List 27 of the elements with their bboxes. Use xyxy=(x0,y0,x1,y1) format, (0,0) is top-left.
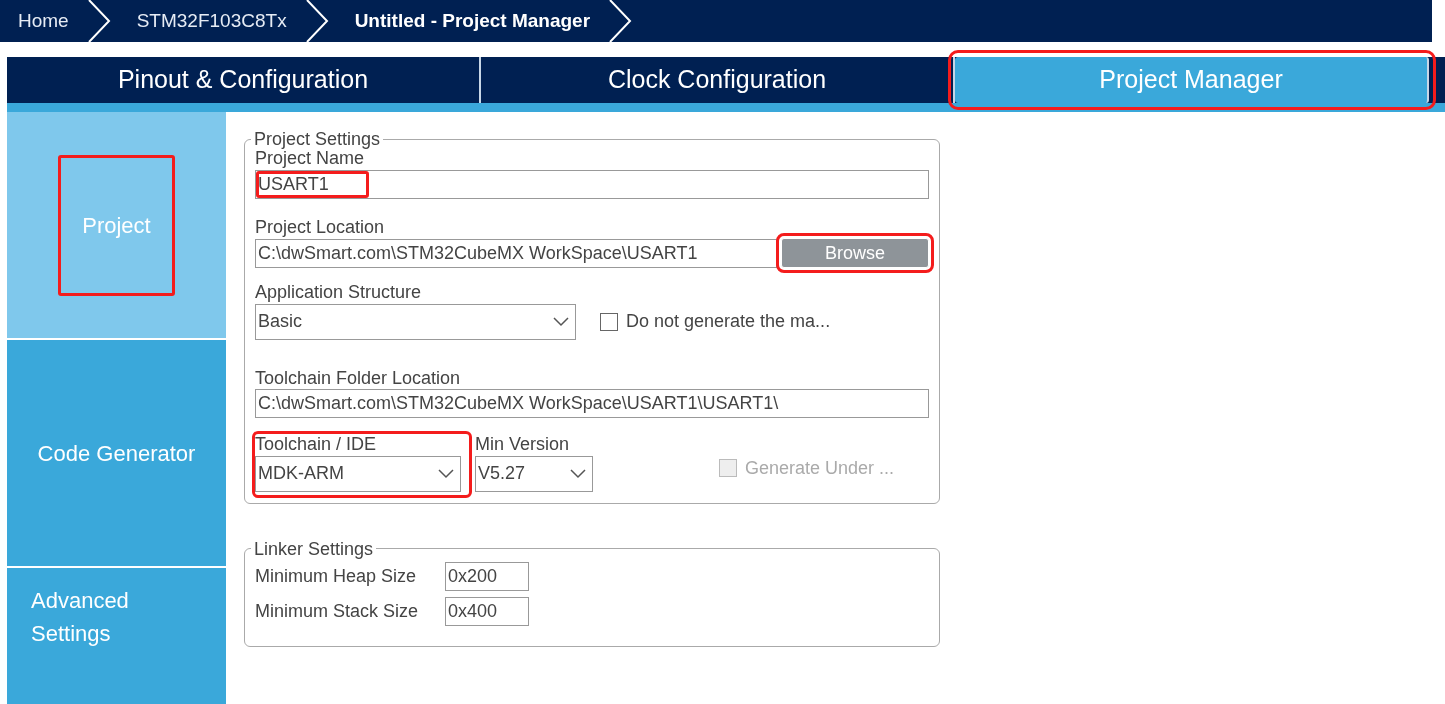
chevron-down-icon xyxy=(438,468,454,479)
field-label: Minimum Stack Size xyxy=(255,600,420,623)
field-label: Toolchain Folder Location xyxy=(255,367,462,390)
chevron-down-icon xyxy=(570,468,586,479)
input-field[interactable]: C:\dwSmart.com\STM32CubeMX WorkSpace\USART1 xyxy=(255,238,777,268)
chevron-down-icon xyxy=(553,316,569,327)
input-field: C:\dwSmart.com\STM32CubeMX WorkSpace\USART1\USART1\ xyxy=(255,389,929,419)
field-label: Toolchain / IDE xyxy=(255,434,378,456)
checkbox-label: Do not generate the ma... xyxy=(626,310,831,334)
group-title: Linker Settings xyxy=(253,539,375,558)
checkbox[interactable] xyxy=(600,312,618,331)
input-field[interactable]: USART1 xyxy=(255,169,929,199)
group-title: Project Settings xyxy=(253,130,382,148)
field-label: Minimum Heap Size xyxy=(255,565,418,588)
breadcrumb-link[interactable]: Home xyxy=(0,0,69,42)
checkbox-label: Generate Under ... xyxy=(745,456,895,480)
input-field[interactable]: 0x400 xyxy=(445,596,529,626)
field-label: Min Version xyxy=(475,434,571,456)
input-field[interactable]: 0x200 xyxy=(445,561,529,591)
field-label: Application Structure xyxy=(255,282,423,304)
toolchain-dropdown[interactable]: MDK-ARM xyxy=(255,455,461,492)
field-label: Project Name xyxy=(255,148,365,170)
field-label: Project Location xyxy=(255,216,386,239)
application-structure-dropdown[interactable]: Basic xyxy=(255,303,576,340)
breadcrumb-link[interactable]: Untitled - Project Manager xyxy=(336,0,591,42)
breadcrumb-link[interactable]: STM32F103C8Tx xyxy=(118,0,287,42)
version-dropdown[interactable]: V5.27 xyxy=(475,455,593,492)
